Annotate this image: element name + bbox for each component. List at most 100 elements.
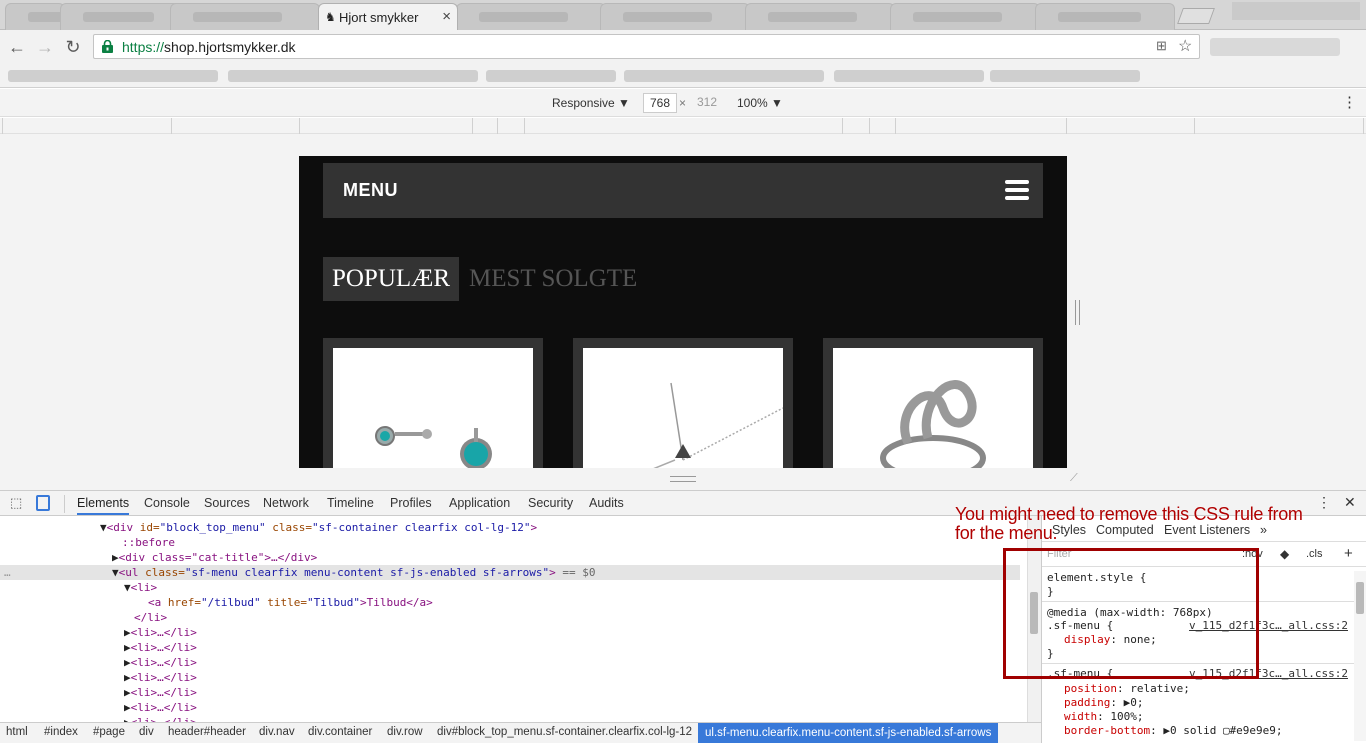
browser-tab[interactable] xyxy=(745,3,895,30)
breadcrumb-item[interactable]: div.container xyxy=(308,726,372,738)
dom-node-li[interactable]: ▶<li>…</li> xyxy=(124,625,197,640)
browser-tab[interactable] xyxy=(5,3,65,30)
bookmark-item[interactable] xyxy=(624,70,824,82)
breadcrumb-item-selected[interactable]: ul.sf-menu.clearfix.menu-content.sf-js-e… xyxy=(698,723,999,743)
browser-tab[interactable] xyxy=(456,3,606,30)
new-tab-button[interactable] xyxy=(1177,8,1215,24)
tab-title: Hjort smykker xyxy=(339,10,419,25)
close-tab-icon[interactable]: × xyxy=(442,8,451,25)
bookmark-item[interactable] xyxy=(990,70,1140,82)
tab-security[interactable]: Security xyxy=(528,496,573,510)
media-query-ruler[interactable] xyxy=(0,118,1366,134)
cls-toggle[interactable]: .cls xyxy=(1306,548,1323,560)
breadcrumb-item[interactable]: #page xyxy=(93,726,125,738)
breadcrumb-item[interactable]: header#header xyxy=(168,726,246,738)
dom-node-li-close[interactable]: </li> xyxy=(134,610,167,625)
translate-icon[interactable]: ⊞ xyxy=(1156,38,1167,54)
browser-tab[interactable] xyxy=(890,3,1040,30)
product-image-earrings xyxy=(333,348,533,468)
tab-application[interactable]: Application xyxy=(449,496,510,510)
browser-tab[interactable] xyxy=(60,3,180,30)
zoom-select[interactable]: 100% ▼ xyxy=(737,96,783,110)
dom-node-li[interactable]: ▶<li>…</li> xyxy=(124,670,197,685)
url-protocol: https:// xyxy=(122,39,165,55)
dom-node-sf-menu-selected[interactable]: … ▼<ul class="sf-menu clearfix menu-cont… xyxy=(0,565,1020,580)
product-card[interactable] xyxy=(323,338,543,468)
browser-tab[interactable] xyxy=(1035,3,1175,30)
tab-elements[interactable]: Elements xyxy=(77,496,130,515)
annotation-highlight-box xyxy=(1003,548,1259,679)
padding-declaration[interactable]: padding: ▶0; xyxy=(1064,696,1143,709)
tab-audits[interactable]: Audits xyxy=(589,496,624,510)
url-text: https://shop.hjortsmykker.dk xyxy=(122,39,296,55)
lock-icon xyxy=(102,40,113,53)
reload-icon[interactable]: ↻ xyxy=(62,36,84,58)
breadcrumb-item[interactable]: #index xyxy=(44,726,78,738)
devtools-more-icon[interactable]: ⋮ xyxy=(1317,494,1331,511)
browser-tab[interactable] xyxy=(170,3,320,30)
position-declaration[interactable]: position: relative; xyxy=(1064,682,1190,695)
forward-arrow-icon[interactable]: → xyxy=(34,36,56,58)
tab-profiles[interactable]: Profiles xyxy=(390,496,432,510)
extensions-area[interactable] xyxy=(1210,38,1340,56)
dom-node-li[interactable]: ▶<li>…</li> xyxy=(124,700,197,715)
new-rule-icon[interactable]: + xyxy=(1344,545,1353,562)
device-more-icon[interactable]: ⋮ xyxy=(1342,93,1357,111)
border-bottom-declaration[interactable]: border-bottom: ▶0 solid ▢#e9e9e9; xyxy=(1064,724,1283,737)
breadcrumb-item[interactable]: html xyxy=(6,726,28,738)
dom-node-a-tilbud[interactable]: <a href="/tilbud" title="Tilbud">Tilbud<… xyxy=(148,595,433,610)
device-toolbar: Responsive ▼ 768 × 312 100% ▼ ⋮ xyxy=(0,89,1366,117)
element-state-icon[interactable]: ◆ xyxy=(1280,547,1289,561)
tab-sources[interactable]: Sources xyxy=(204,496,250,510)
annotation-note: You might need to remove this CSS rule f… xyxy=(955,504,1303,543)
browser-tab[interactable] xyxy=(600,3,750,30)
infinity-ring-icon xyxy=(880,380,986,468)
tab-timeline[interactable]: Timeline xyxy=(327,496,374,510)
dom-node-li[interactable]: ▶<li>…</li> xyxy=(124,640,197,655)
tab-network[interactable]: Network xyxy=(263,496,309,510)
dom-node-before[interactable]: ::before xyxy=(122,535,175,550)
hamburger-icon[interactable] xyxy=(1005,180,1029,200)
inspect-element-icon[interactable]: ⬚ xyxy=(10,495,22,511)
viewport-width-input[interactable]: 768 xyxy=(643,93,677,113)
viewport-resize-corner[interactable]: ⟋ xyxy=(1070,472,1078,485)
bookmark-item[interactable] xyxy=(228,70,478,82)
browser-tab-active[interactable]: ♞ Hjort smykker × xyxy=(318,3,458,30)
back-arrow-icon[interactable]: ← xyxy=(6,36,28,58)
dom-node-li[interactable]: ▼<li> xyxy=(124,580,157,595)
tab-mest-solgte[interactable]: MEST SOLGTE xyxy=(469,257,637,301)
device-mode-icon[interactable] xyxy=(36,495,50,511)
product-card[interactable] xyxy=(823,338,1043,468)
width-declaration[interactable]: width: 100%; xyxy=(1064,710,1143,723)
address-bar[interactable]: https://shop.hjortsmykker.dk ⊞ ☆ xyxy=(93,34,1200,59)
product-card[interactable] xyxy=(573,338,793,468)
viewport-resize-handle-right[interactable] xyxy=(1075,300,1080,325)
viewport-resize-handle-bottom[interactable] xyxy=(670,476,696,482)
menu-label: MENU xyxy=(343,180,398,200)
bookmark-star-icon[interactable]: ☆ xyxy=(1178,36,1192,56)
breadcrumb-item[interactable]: div.nav xyxy=(259,726,295,738)
site-menu-bar[interactable]: MENU xyxy=(323,163,1043,218)
devtools-close-icon[interactable]: ✕ xyxy=(1344,494,1356,511)
bookmark-item[interactable] xyxy=(486,70,616,82)
dimension-separator: × xyxy=(679,96,687,110)
styles-scroll-thumb[interactable] xyxy=(1356,582,1364,614)
tab-populaer[interactable]: POPULÆR xyxy=(323,257,459,301)
dom-node-li[interactable]: ▶<li>…</li> xyxy=(124,655,197,670)
tab-console[interactable]: Console xyxy=(144,496,190,510)
bookmark-item[interactable] xyxy=(8,70,218,82)
deer-favicon-icon: ♞ xyxy=(325,10,336,24)
dom-node-li[interactable]: ▶<li>…</li> xyxy=(124,715,197,722)
device-mode-select[interactable]: Responsive ▼ xyxy=(552,96,630,110)
viewport-height-input[interactable]: 312 xyxy=(690,93,724,113)
product-image-necklace xyxy=(583,348,784,468)
dom-node-li[interactable]: ▶<li>…</li> xyxy=(124,685,197,700)
dom-node-block-top-menu[interactable]: ▼<div id="block_top_menu" class="sf-cont… xyxy=(100,520,537,535)
breadcrumb-item[interactable]: div xyxy=(139,726,154,738)
breadcrumb-item[interactable]: div.row xyxy=(387,726,423,738)
bookmark-item[interactable] xyxy=(834,70,984,82)
breadcrumb-item[interactable]: div#block_top_menu.sf-container.clearfix… xyxy=(437,726,692,738)
window-controls[interactable] xyxy=(1232,2,1360,20)
dom-node-cat-title[interactable]: ▶<div class="cat-title">…</div> xyxy=(112,550,317,565)
bookmarks-bar xyxy=(0,64,1366,88)
